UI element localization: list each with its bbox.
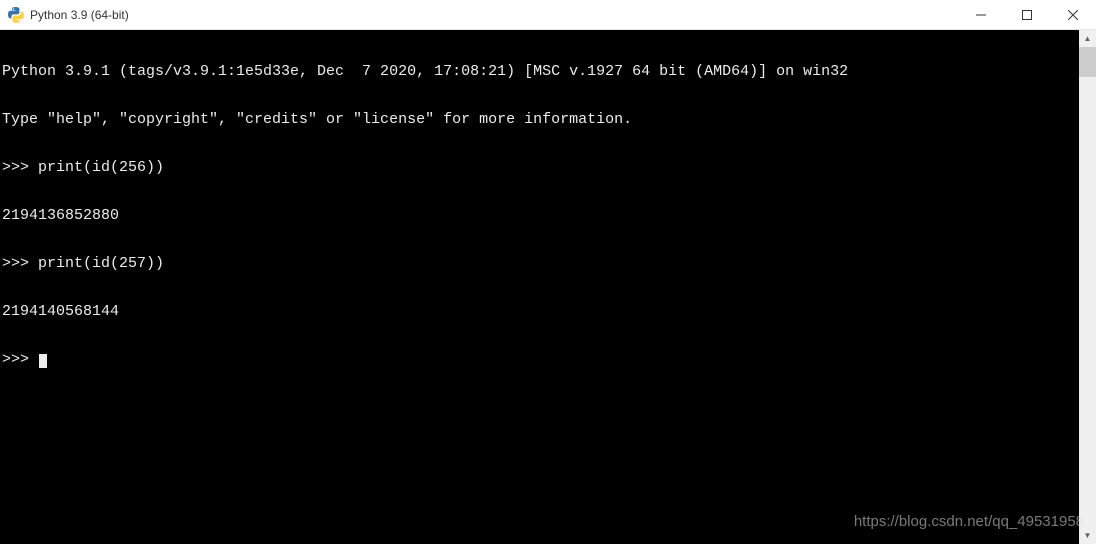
maximize-button[interactable] [1004,0,1050,29]
terminal-output[interactable]: Python 3.9.1 (tags/v3.9.1:1e5d33e, Dec 7… [0,30,1079,544]
terminal-line: 2194136852880 [2,208,1079,224]
terminal-line: Python 3.9.1 (tags/v3.9.1:1e5d33e, Dec 7… [2,64,1079,80]
close-button[interactable] [1050,0,1096,29]
window-controls [958,0,1096,29]
scroll-down-arrow[interactable]: ▼ [1079,527,1096,544]
terminal-prompt: >>> [2,351,38,368]
vertical-scrollbar[interactable]: ▲ ▼ [1079,30,1096,544]
scroll-up-arrow[interactable]: ▲ [1079,30,1096,47]
minimize-button[interactable] [958,0,1004,29]
cursor [39,354,47,368]
titlebar: Python 3.9 (64-bit) [0,0,1096,30]
window-title: Python 3.9 (64-bit) [30,8,129,22]
terminal-container: Python 3.9.1 (tags/v3.9.1:1e5d33e, Dec 7… [0,30,1096,544]
terminal-line: >>> print(id(257)) [2,256,1079,272]
scroll-thumb[interactable] [1079,47,1096,77]
terminal-prompt-line: >>> [2,352,1079,368]
python-icon [8,7,24,23]
terminal-line: 2194140568144 [2,304,1079,320]
terminal-line: >>> print(id(256)) [2,160,1079,176]
terminal-line: Type "help", "copyright", "credits" or "… [2,112,1079,128]
